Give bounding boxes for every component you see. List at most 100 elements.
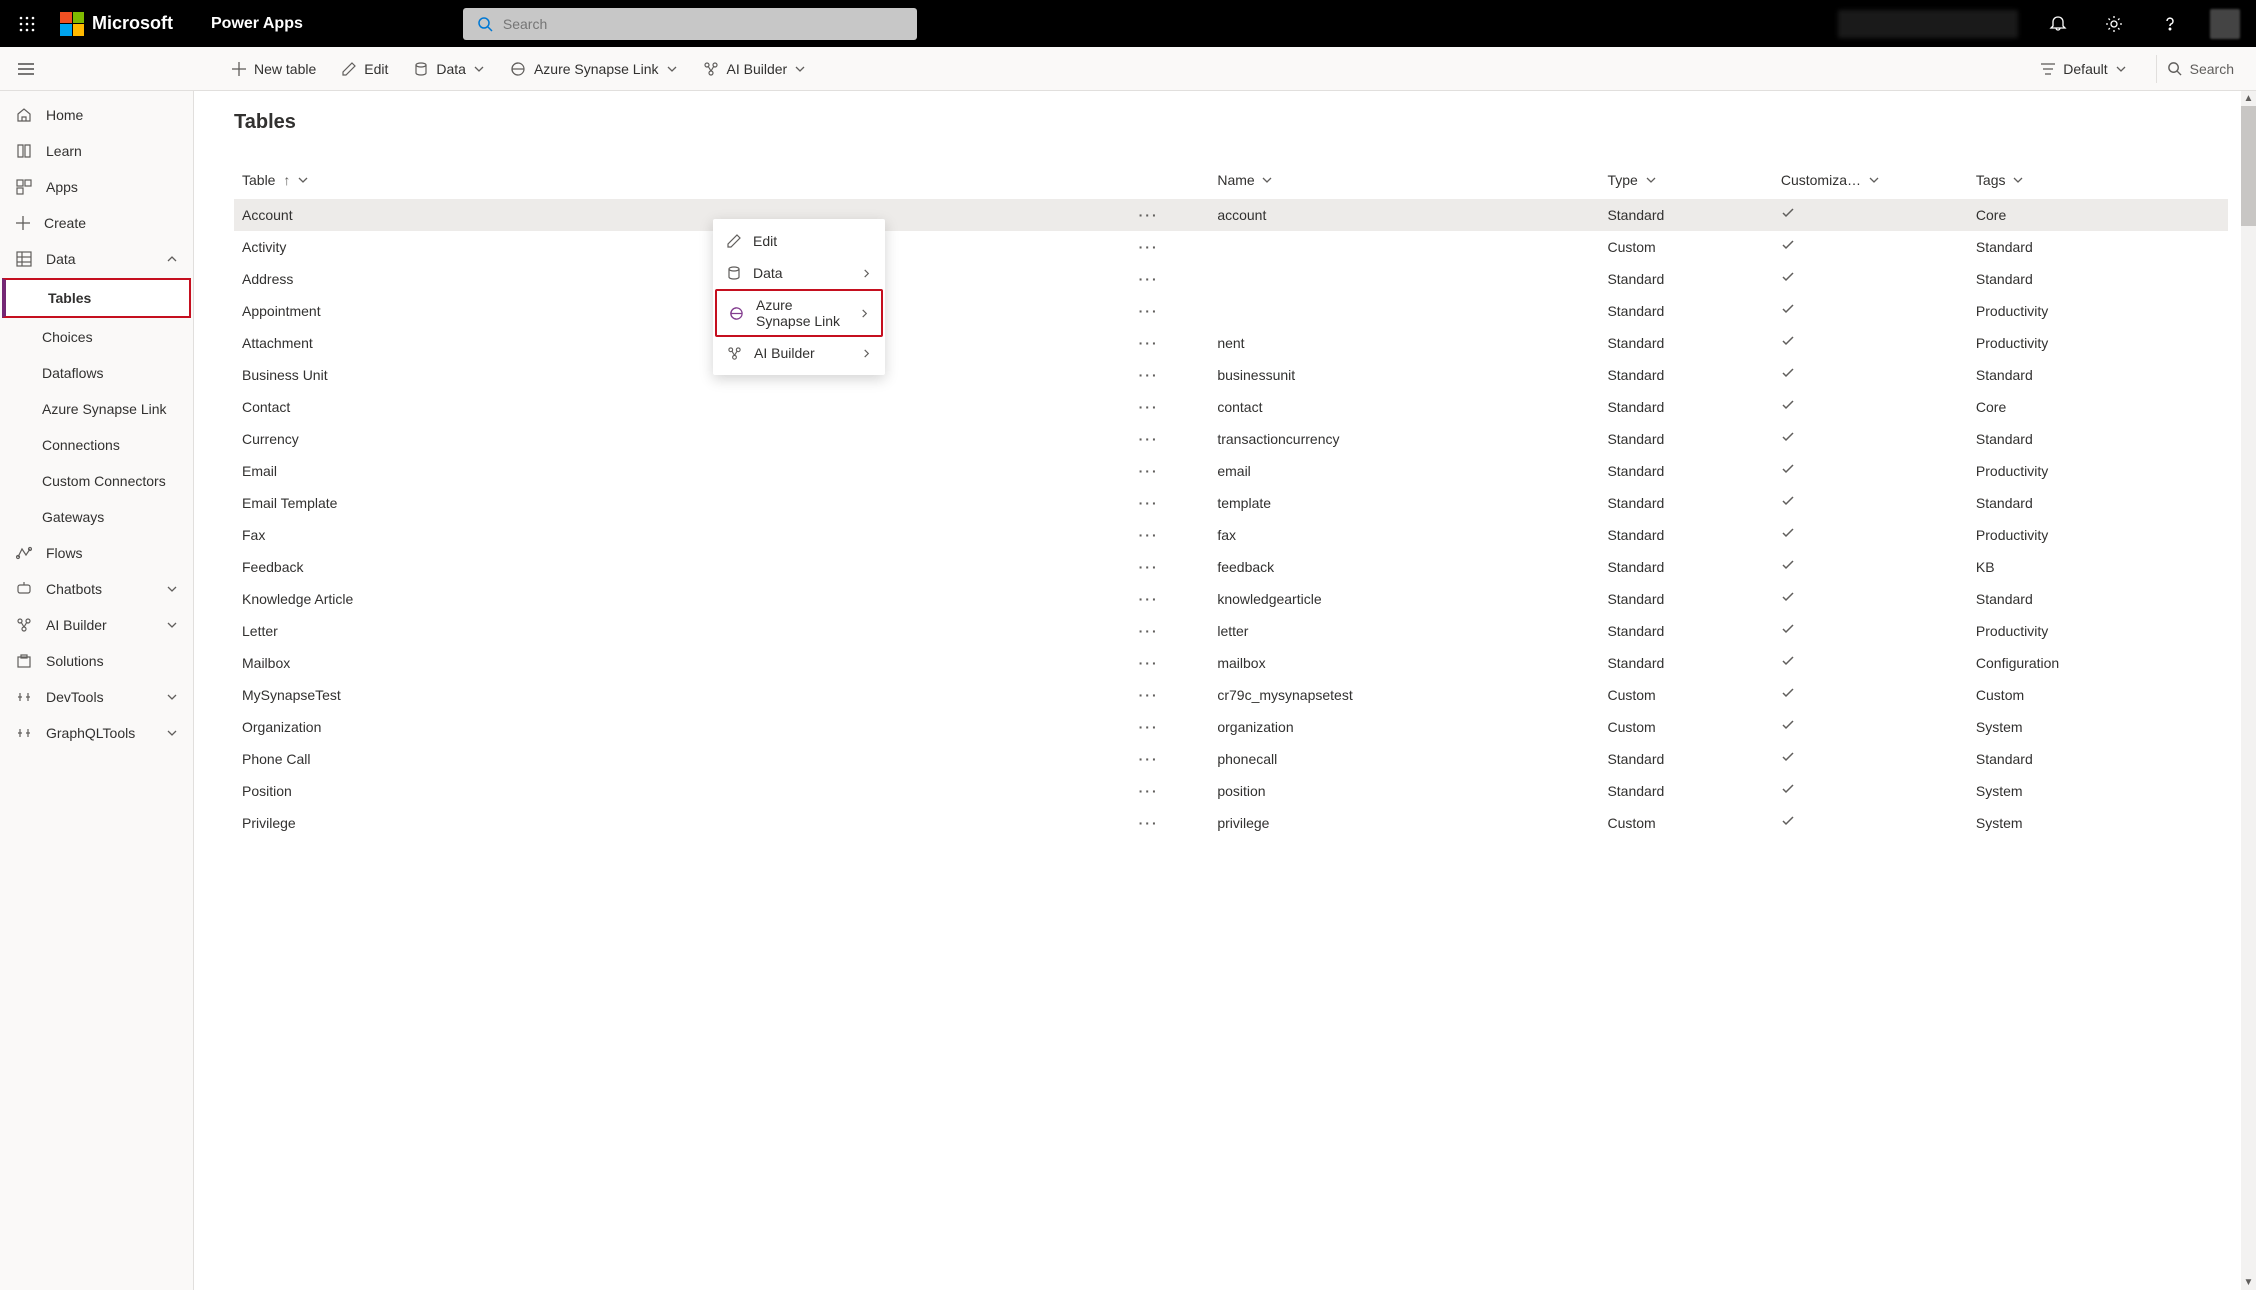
cell-tags: Productivity <box>1968 455 2228 487</box>
nav-ai-builder[interactable]: AI Builder <box>0 607 193 643</box>
table-row[interactable]: Attachment···nentStandardProductivity <box>234 327 2228 359</box>
table-row[interactable]: Knowledge Article···knowledgearticleStan… <box>234 583 2228 615</box>
col-header-name[interactable]: Name <box>1209 162 1599 199</box>
table-row[interactable]: Letter···letterStandardProductivity <box>234 615 2228 647</box>
cell-tags: Standard <box>1968 263 2228 295</box>
more-options-icon[interactable]: ··· <box>1131 367 1167 383</box>
table-row[interactable]: Contact···contactStandardCore <box>234 391 2228 423</box>
nav-apps[interactable]: Apps <box>0 169 193 205</box>
context-edit[interactable]: Edit <box>713 225 885 257</box>
scroll-up-arrow[interactable]: ▲ <box>2241 91 2256 106</box>
nav-flows[interactable]: Flows <box>0 535 193 571</box>
table-row[interactable]: Position···positionStandardSystem <box>234 775 2228 807</box>
table-row[interactable]: Email···emailStandardProductivity <box>234 455 2228 487</box>
more-options-icon[interactable]: ··· <box>1131 335 1167 351</box>
more-options-icon[interactable]: ··· <box>1131 783 1167 799</box>
more-options-icon[interactable]: ··· <box>1131 495 1167 511</box>
nav-data[interactable]: Data <box>0 241 193 277</box>
table-row[interactable]: Phone Call···phonecallStandardStandard <box>234 743 2228 775</box>
col-header-table[interactable]: Table ↑ <box>234 162 1123 199</box>
table-row[interactable]: Mailbox···mailboxStandardConfiguration <box>234 647 2228 679</box>
data-label: Data <box>436 61 466 77</box>
nav-solutions[interactable]: Solutions <box>0 643 193 679</box>
table-row[interactable]: Organization···organizationCustomSystem <box>234 711 2228 743</box>
cell-table: Attachment <box>234 327 1123 359</box>
new-table-button[interactable]: New table <box>220 55 328 83</box>
data-button[interactable]: Data <box>402 55 496 83</box>
sidebar-toggle-icon[interactable] <box>6 63 46 75</box>
col-header-tags[interactable]: Tags <box>1968 162 2228 199</box>
more-options-icon[interactable]: ··· <box>1131 559 1167 575</box>
context-ai-builder[interactable]: AI Builder <box>713 337 885 369</box>
more-options-icon[interactable]: ··· <box>1131 655 1167 671</box>
more-options-icon[interactable]: ··· <box>1131 623 1167 639</box>
more-options-icon[interactable]: ··· <box>1131 527 1167 543</box>
table-row[interactable]: Activity···CustomStandard <box>234 231 2228 263</box>
nav-home[interactable]: Home <box>0 97 193 133</box>
cell-tags: Standard <box>1968 583 2228 615</box>
table-row[interactable]: Appointment···StandardProductivity <box>234 295 2228 327</box>
notifications-icon[interactable] <box>2042 8 2074 40</box>
view-selector[interactable]: Default <box>2029 55 2137 83</box>
table-row[interactable]: MySynapseTest···cr79c_mysynapsetestCusto… <box>234 679 2228 711</box>
nav-connections[interactable]: Connections <box>0 427 193 463</box>
environment-picker[interactable] <box>1838 10 2018 38</box>
table-row[interactable]: Feedback···feedbackStandardKB <box>234 551 2228 583</box>
azure-synapse-button[interactable]: Azure Synapse Link <box>498 55 689 83</box>
ai-builder-button[interactable]: AI Builder <box>691 55 818 83</box>
scrollbar-thumb[interactable] <box>2241 106 2256 226</box>
table-row[interactable]: Address···StandardStandard <box>234 263 2228 295</box>
check-icon <box>1781 270 1795 284</box>
cell-customizable <box>1773 775 1968 807</box>
nav-dataflows[interactable]: Dataflows <box>0 355 193 391</box>
more-options-icon[interactable]: ··· <box>1131 591 1167 607</box>
nav-tables[interactable]: Tables <box>2 278 191 318</box>
nav-create[interactable]: Create <box>0 205 193 241</box>
more-options-icon[interactable]: ··· <box>1131 207 1167 223</box>
global-search-input[interactable] <box>503 16 903 32</box>
col-header-type[interactable]: Type <box>1599 162 1772 199</box>
more-options-icon[interactable]: ··· <box>1131 239 1167 255</box>
app-launcher-icon[interactable] <box>10 7 44 41</box>
context-data[interactable]: Data <box>713 257 885 289</box>
help-icon[interactable] <box>2154 8 2186 40</box>
nav-custom-connectors[interactable]: Custom Connectors <box>0 463 193 499</box>
nav-gateways[interactable]: Gateways <box>0 499 193 535</box>
global-search[interactable] <box>463 8 917 40</box>
table-row[interactable]: Account···accountStandardCore <box>234 199 2228 231</box>
grid-search-label: Search <box>2190 61 2234 77</box>
table-row[interactable]: Business Unit···businessunitStandardStan… <box>234 359 2228 391</box>
nav-chatbots[interactable]: Chatbots <box>0 571 193 607</box>
more-options-icon[interactable]: ··· <box>1131 463 1167 479</box>
nav-choices[interactable]: Choices <box>0 319 193 355</box>
table-row[interactable]: Fax···faxStandardProductivity <box>234 519 2228 551</box>
table-row[interactable]: Privilege···privilegeCustomSystem <box>234 807 2228 839</box>
more-options-icon[interactable]: ··· <box>1131 719 1167 735</box>
nav-devtools[interactable]: DevTools <box>0 679 193 715</box>
more-options-icon[interactable]: ··· <box>1131 431 1167 447</box>
context-azure-synapse[interactable]: Azure Synapse Link <box>715 289 883 337</box>
table-row[interactable]: Email Template···templateStandardStandar… <box>234 487 2228 519</box>
nav-learn[interactable]: Learn <box>0 133 193 169</box>
table-row[interactable]: Currency···transactioncurrencyStandardSt… <box>234 423 2228 455</box>
nav-synapse-link[interactable]: Azure Synapse Link <box>0 391 193 427</box>
scroll-down-arrow[interactable]: ▼ <box>2241 1275 2256 1290</box>
cell-table: Business Unit <box>234 359 1123 391</box>
check-icon <box>1781 750 1795 764</box>
edit-button[interactable]: Edit <box>330 55 400 83</box>
more-options-icon[interactable]: ··· <box>1131 751 1167 767</box>
vertical-scrollbar[interactable]: ▲ ▼ <box>2241 91 2256 1290</box>
more-options-icon[interactable]: ··· <box>1131 687 1167 703</box>
settings-icon[interactable] <box>2098 8 2130 40</box>
more-options-icon[interactable]: ··· <box>1131 271 1167 287</box>
chevron-down-icon <box>1869 175 1879 185</box>
col-header-customizable[interactable]: Customiza… <box>1773 162 1968 199</box>
user-avatar[interactable] <box>2210 9 2240 39</box>
more-options-icon[interactable]: ··· <box>1131 815 1167 831</box>
more-options-icon[interactable]: ··· <box>1131 303 1167 319</box>
grid-search[interactable]: Search <box>2156 55 2244 83</box>
cell-customizable <box>1773 455 1968 487</box>
cell-table: Contact <box>234 391 1123 423</box>
nav-graphql[interactable]: GraphQLTools <box>0 715 193 751</box>
more-options-icon[interactable]: ··· <box>1131 399 1167 415</box>
